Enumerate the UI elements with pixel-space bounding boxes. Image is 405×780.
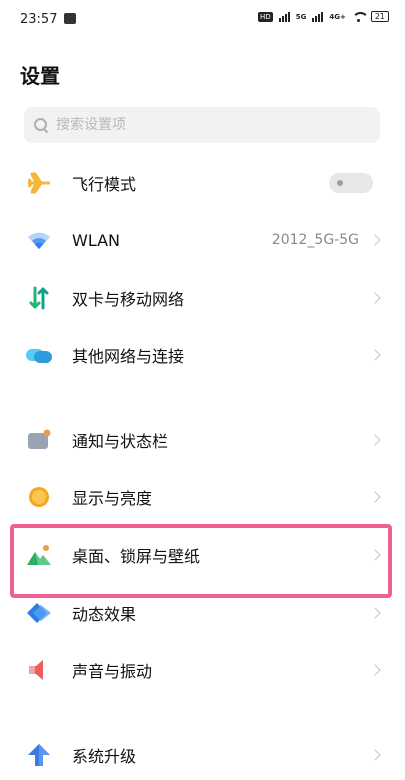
chevron-right-icon <box>369 549 381 561</box>
setting-label: 其他网络与连接 <box>72 347 185 366</box>
wlan-network-name: 2012_5G-5G <box>271 232 359 248</box>
chevron-right-icon <box>369 234 381 246</box>
setting-item-wallpaper[interactable]: 桌面、锁屏与壁纸 <box>0 527 405 583</box>
setting-label: 桌面、锁屏与壁纸 <box>72 547 201 566</box>
setting-label: 双卡与移动网络 <box>72 290 185 309</box>
status-time: 23:57 <box>20 12 58 27</box>
search-bar[interactable] <box>24 107 380 143</box>
setting-item-notifications[interactable]: 通知与状态栏 <box>0 412 405 468</box>
setting-item-sound[interactable]: 声音与振动 <box>0 642 405 698</box>
notification-icon <box>25 426 53 454</box>
search-input[interactable] <box>56 117 336 133</box>
setting-label: 显示与亮度 <box>72 489 153 508</box>
search-icon <box>34 118 48 132</box>
setting-item-display[interactable]: 显示与亮度 <box>0 469 405 525</box>
network-type-sim1: 5G <box>295 12 307 21</box>
setting-label: WLAN <box>72 230 121 250</box>
chevron-right-icon <box>369 434 381 446</box>
battery-icon: 21 <box>370 11 389 22</box>
status-bar: 23:57 HD 5G 4G+ 21 <box>0 0 405 40</box>
setting-item-wlan[interactable]: WLAN 2012_5G-5G <box>0 212 405 268</box>
wifi-status-icon <box>351 11 369 22</box>
setting-item-airplane[interactable]: 飞行模式 <box>0 155 405 211</box>
status-icons: HD 5G 4G+ 21 <box>258 11 389 22</box>
chevron-right-icon <box>369 607 381 619</box>
chevron-right-icon <box>369 349 381 361</box>
setting-item-dual-sim[interactable]: 双卡与移动网络 <box>0 270 405 326</box>
message-icon <box>64 13 76 24</box>
landscape-icon <box>25 541 53 569</box>
hd-icon: HD <box>258 11 273 22</box>
setting-label: 系统升级 <box>72 747 137 766</box>
cloud-icon <box>25 341 53 369</box>
setting-label: 声音与振动 <box>72 662 153 681</box>
signal-sim1-icon <box>278 11 290 22</box>
setting-label: 动态效果 <box>72 605 137 624</box>
chevron-right-icon <box>369 491 381 503</box>
signal-sim2-icon <box>312 11 324 22</box>
airplane-icon <box>25 169 53 197</box>
network-type-sim2: 4G+ <box>329 12 346 21</box>
speaker-icon <box>25 656 53 684</box>
airplane-toggle[interactable] <box>329 173 373 193</box>
setting-label: 飞行模式 <box>72 175 137 194</box>
chevron-right-icon <box>369 749 381 761</box>
setting-label: 通知与状态栏 <box>72 432 169 451</box>
setting-item-system-upgrade[interactable]: 系统升级 <box>0 727 405 780</box>
wifi-icon <box>25 226 53 254</box>
setting-item-dynamic-effects[interactable]: 动态效果 <box>0 585 405 641</box>
arrow-up-icon <box>25 741 53 769</box>
setting-item-other-networks[interactable]: 其他网络与连接 <box>0 327 405 383</box>
sun-icon <box>25 483 53 511</box>
diamond-icon <box>25 599 53 627</box>
chevron-right-icon <box>369 664 381 676</box>
dual-sim-icon <box>25 284 53 312</box>
page-title: 设置 <box>20 64 60 88</box>
chevron-right-icon <box>369 292 381 304</box>
